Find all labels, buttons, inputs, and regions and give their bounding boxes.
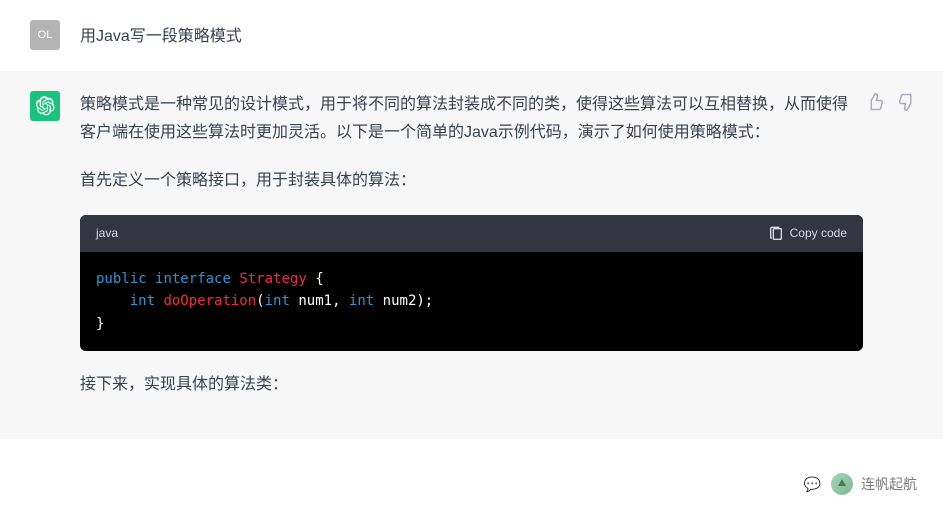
copy-code-button[interactable]: Copy code	[768, 223, 847, 244]
code-language-label: java	[96, 223, 118, 244]
thumbs-down-button[interactable]	[896, 91, 918, 113]
code-line: }	[96, 313, 847, 335]
watermark: 💬 连帆起航	[796, 469, 925, 499]
feedback-buttons	[864, 91, 918, 113]
sailboat-icon	[836, 478, 848, 490]
assistant-paragraph: 接下来，实现具体的算法类：	[80, 371, 863, 399]
watermark-avatar-icon	[831, 473, 853, 495]
user-avatar-text: OL	[38, 29, 53, 41]
assistant-message-row: 策略模式是一种常见的设计模式，用于将不同的算法封装成不同的类，使得这些算法可以互…	[0, 71, 943, 439]
thumbs-down-icon	[898, 93, 916, 111]
speech-bubble-icon: 💬	[804, 476, 821, 493]
clipboard-icon	[768, 226, 784, 242]
assistant-message-content: 策略模式是一种常见的设计模式，用于将不同的算法封装成不同的类，使得这些算法可以互…	[80, 91, 913, 419]
code-block: java Copy code public interface Strategy…	[80, 215, 863, 351]
copy-code-label: Copy code	[790, 223, 847, 244]
user-message-row: OL 用Java写一段策略模式	[0, 0, 943, 71]
user-message-content: 用Java写一段策略模式	[80, 20, 913, 51]
assistant-paragraph: 首先定义一个策略接口，用于封装具体的算法：	[80, 167, 863, 195]
code-line: int doOperation(int num1, int num2);	[96, 290, 847, 312]
watermark-text: 连帆起航	[861, 474, 917, 494]
user-avatar: OL	[30, 20, 60, 50]
code-line: public interface Strategy {	[96, 268, 847, 290]
openai-logo-icon	[35, 96, 55, 116]
code-header: java Copy code	[80, 215, 863, 252]
user-message-text: 用Java写一段策略模式	[80, 28, 242, 45]
code-content: public interface Strategy { int doOperat…	[80, 252, 863, 351]
thumbs-up-button[interactable]	[864, 91, 886, 113]
assistant-paragraph: 策略模式是一种常见的设计模式，用于将不同的算法封装成不同的类，使得这些算法可以互…	[80, 91, 863, 147]
thumbs-up-icon	[866, 93, 884, 111]
assistant-avatar	[30, 91, 60, 121]
